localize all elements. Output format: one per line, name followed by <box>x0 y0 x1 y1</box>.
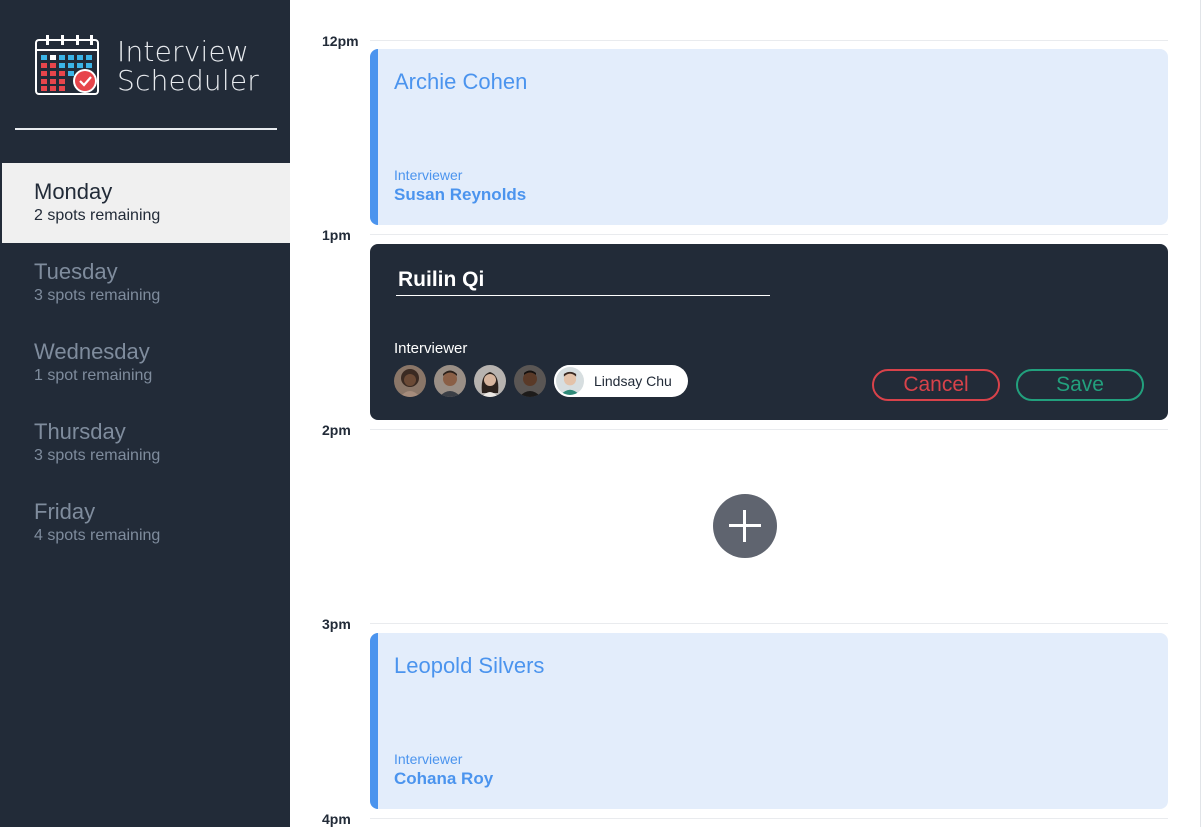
appointment-card-leopold[interactable]: Leopold Silvers Interviewer Cohana Roy <box>370 633 1168 809</box>
appointment-stripe <box>370 633 378 809</box>
hour-divider <box>370 234 1168 235</box>
hour-divider <box>370 818 1168 819</box>
day-spots: 1 spot remaining <box>34 367 153 384</box>
brand: Interview Scheduler <box>34 34 259 96</box>
interviewer-list: Lindsay Chu <box>394 365 688 397</box>
time-label-2pm: 2pm <box>322 422 351 438</box>
day-name: Monday <box>34 179 113 204</box>
appointment-form: Interviewer <box>370 244 1168 420</box>
appointment-stripe <box>370 49 378 225</box>
appointment-interviewer: Cohana Roy <box>394 769 494 788</box>
day-name: Thursday <box>34 419 126 444</box>
add-appointment-button[interactable] <box>713 494 777 558</box>
day-item-monday[interactable]: Monday 2 spots remaining <box>2 163 290 243</box>
day-spots: 2 spots remaining <box>34 207 161 224</box>
schedule-border <box>1200 0 1201 827</box>
day-list: Monday 2 spots remaining Tuesday 3 spots… <box>0 163 290 563</box>
schedule: 12pm Archie Cohen Interviewer Susan Reyn… <box>290 0 1203 827</box>
app-title-line1: Interview <box>117 35 249 68</box>
hour-divider <box>370 623 1168 624</box>
sidebar-divider <box>15 128 277 130</box>
day-item-friday[interactable]: Friday 4 spots remaining <box>0 483 290 563</box>
form-interviewer-label: Interviewer <box>394 340 468 357</box>
interviewer-chip-selected[interactable]: Lindsay Chu <box>554 365 688 397</box>
time-label-12pm: 12pm <box>322 33 359 49</box>
appointment-interviewer-label: Interviewer <box>394 751 463 767</box>
interview-scheduler-app: Interview Scheduler Monday 2 spots remai… <box>0 0 1203 827</box>
appointment-interviewer: Susan Reynolds <box>394 185 527 204</box>
student-name-input[interactable] <box>396 264 770 296</box>
app-title-line2: Scheduler <box>117 64 259 97</box>
interviewer-chip-name: Lindsay Chu <box>594 373 672 389</box>
time-label-4pm: 4pm <box>322 811 351 827</box>
interviewer-avatar <box>554 365 586 397</box>
appointment-card-archie[interactable]: Archie Cohen Interviewer Susan Reynolds <box>370 49 1168 225</box>
day-spots: 3 spots remaining <box>34 447 161 464</box>
app-title: Interview Scheduler <box>117 37 259 95</box>
day-spots: 3 spots remaining <box>34 287 161 304</box>
interviewer-avatar[interactable] <box>474 365 506 397</box>
interviewer-avatar[interactable] <box>434 365 466 397</box>
interviewer-avatar[interactable] <box>394 365 426 397</box>
day-item-thursday[interactable]: Thursday 3 spots remaining <box>0 403 290 483</box>
time-label-3pm: 3pm <box>322 616 351 632</box>
hour-divider <box>370 429 1168 430</box>
appointment-interviewer-label: Interviewer <box>394 167 463 183</box>
day-name: Friday <box>34 499 96 524</box>
calendar-check-icon <box>35 35 99 95</box>
day-item-wednesday[interactable]: Wednesday 1 spot remaining <box>0 323 290 403</box>
cancel-button[interactable]: Cancel <box>872 369 1000 401</box>
sidebar: Interview Scheduler Monday 2 spots remai… <box>0 0 290 827</box>
day-name: Wednesday <box>34 339 150 364</box>
appointment-student: Archie Cohen <box>394 69 528 94</box>
save-button[interactable]: Save <box>1016 369 1144 401</box>
day-name: Tuesday <box>34 259 118 284</box>
day-spots: 4 spots remaining <box>34 527 161 544</box>
day-item-tuesday[interactable]: Tuesday 3 spots remaining <box>0 243 290 323</box>
hour-divider <box>370 40 1168 41</box>
appointment-student: Leopold Silvers <box>394 653 545 678</box>
time-label-1pm: 1pm <box>322 227 351 243</box>
interviewer-avatar[interactable] <box>514 365 546 397</box>
